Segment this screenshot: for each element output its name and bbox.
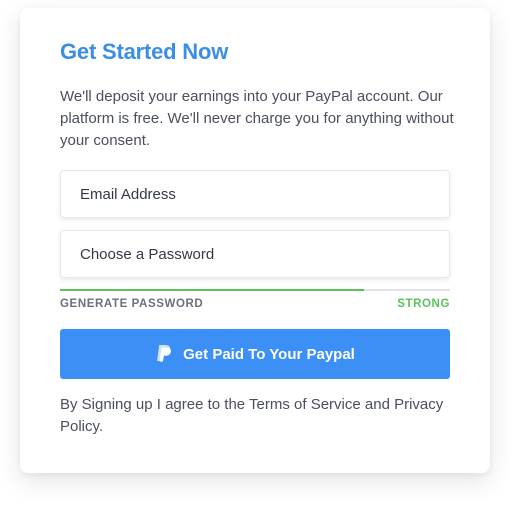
generate-password-link[interactable]: GENERATE PASSWORD <box>60 298 203 310</box>
get-paid-button-label: Get Paid To Your Paypal <box>183 345 355 363</box>
email-field[interactable] <box>60 170 450 218</box>
signup-description: We'll deposit your earnings into your Pa… <box>60 88 454 149</box>
password-field[interactable] <box>60 230 450 278</box>
page-title: Get Started Now <box>60 39 229 64</box>
password-strength-fill <box>60 289 365 291</box>
get-paid-button[interactable]: Get Paid To Your Paypal <box>60 329 450 379</box>
paypal-icon <box>155 344 173 364</box>
password-strength-meter <box>60 289 450 291</box>
terms-notice: By Signing up I agree to the Terms of Se… <box>60 396 444 435</box>
password-strength-label: STRONG <box>397 298 450 310</box>
signup-card: Get Started Now We'll deposit your earni… <box>20 8 490 473</box>
